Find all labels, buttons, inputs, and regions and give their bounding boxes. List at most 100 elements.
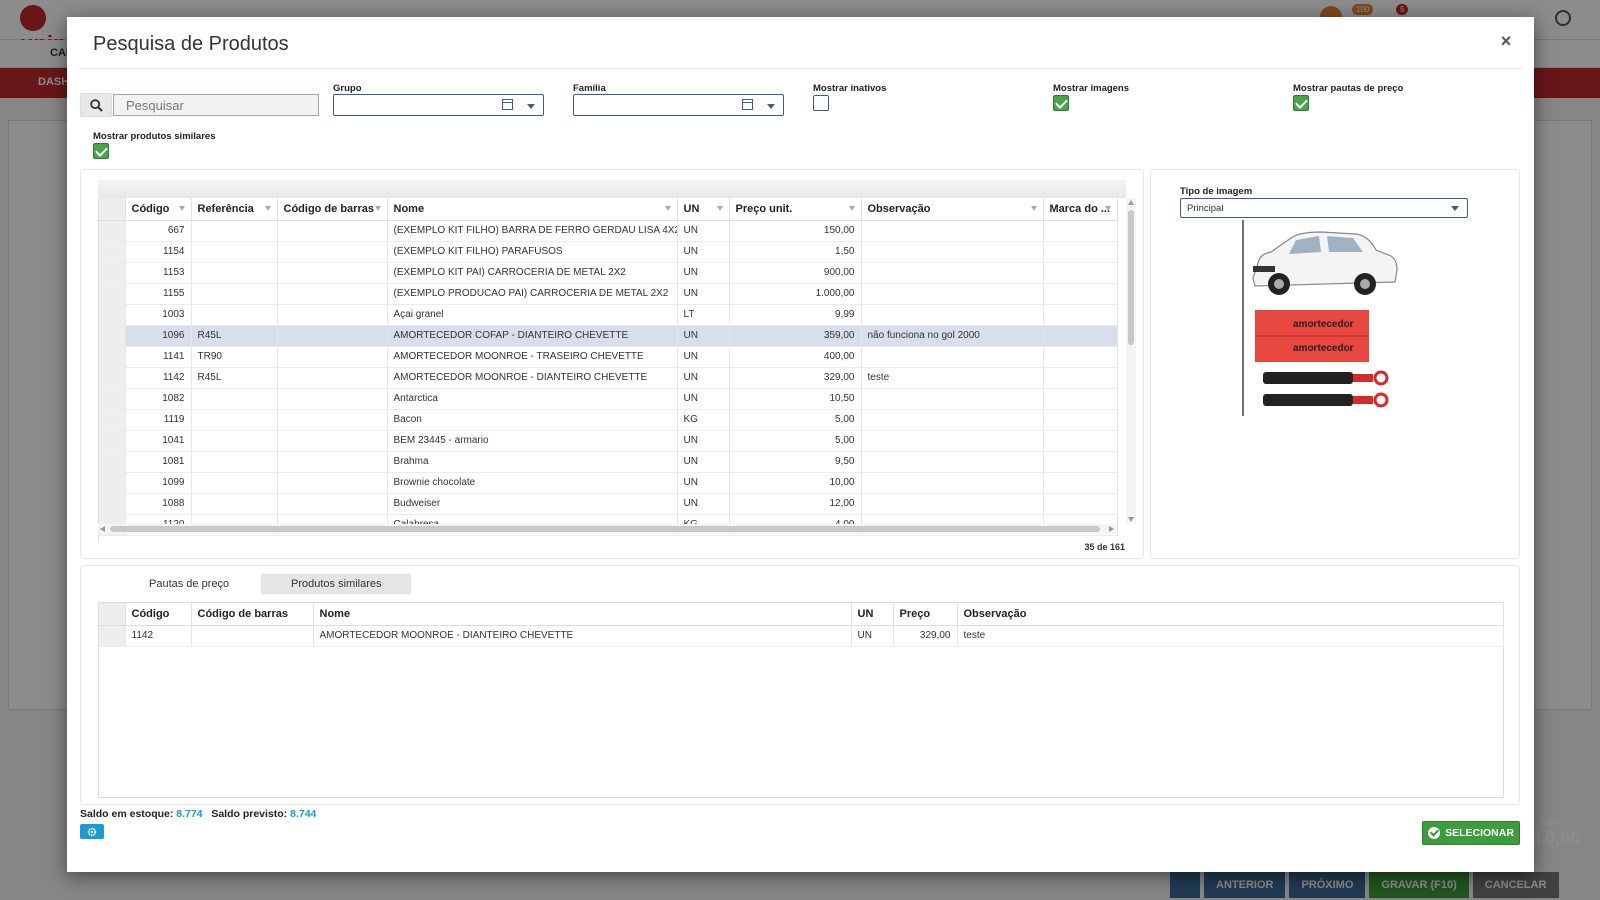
row-selector[interactable] — [99, 241, 126, 263]
calendar-icon[interactable] — [502, 99, 513, 110]
row-selector[interactable] — [99, 220, 126, 242]
table-row[interactable]: 1155 (EXEMPLO PRODUCAO PAI) CARROCERIA DE… — [99, 283, 1118, 305]
column-header-observacao[interactable]: Observação — [861, 198, 1044, 221]
table-row[interactable]: 1119 Bacon KG 5,00 — [99, 409, 1118, 431]
row-selector[interactable] — [99, 388, 126, 410]
mostrar-imagens-label: Mostrar imagens — [1053, 83, 1130, 94]
product-image: amortecedor amortecedor — [1242, 220, 1398, 416]
search-button[interactable] — [80, 93, 112, 117]
table-row[interactable]: 1088 Budweiser UN 12,00 — [99, 493, 1118, 515]
mostrar-similares-checkbox[interactable] — [93, 143, 109, 159]
mostrar-inativos-checkbox[interactable] — [813, 95, 829, 111]
table-row[interactable]: 1154 (EXEMPLO KIT FILHO) PARAFUSOS UN 1,50 — [99, 241, 1118, 263]
filter-icon[interactable] — [664, 206, 671, 211]
search-input[interactable] — [113, 94, 319, 116]
scroll-right-icon[interactable] — [1109, 526, 1114, 532]
cell-preco: 10,50 — [729, 388, 862, 410]
cell-nome: (EXEMPLO PRODUCAO PAI) CARROCERIA DE MET… — [387, 283, 678, 305]
table-row[interactable]: 1141 TR90 AMORTECEDOR MOONROE - TRASEIRO C… — [99, 346, 1118, 368]
column-header-codigo-barras[interactable]: Código de barras — [191, 603, 314, 626]
grupo-select[interactable] — [333, 94, 544, 116]
cell-referencia: R45L — [191, 367, 278, 389]
scroll-down-icon[interactable] — [1128, 517, 1134, 522]
column-header-codigo-barras[interactable]: Código de barras — [277, 198, 388, 221]
chevron-down-icon[interactable] — [767, 104, 775, 109]
filter-icon[interactable] — [264, 206, 271, 211]
row-selector[interactable] — [99, 409, 126, 431]
column-header-un[interactable]: UN — [851, 603, 894, 626]
row-selector[interactable] — [99, 325, 126, 347]
row-selector[interactable] — [99, 493, 126, 515]
column-header-nome[interactable]: Nome — [387, 198, 678, 221]
cell-un: UN — [677, 451, 730, 473]
row-selector[interactable] — [99, 262, 126, 284]
calendar-icon[interactable] — [742, 99, 753, 110]
filter-icon[interactable] — [1104, 206, 1111, 211]
cell-codigo: 1088 — [125, 493, 192, 515]
table-row[interactable]: 1099 Brownie chocolate UN 10,00 — [99, 472, 1118, 494]
cell-observacao: teste — [957, 625, 1504, 647]
tipo-imagem-select[interactable]: Principal — [1180, 198, 1468, 218]
mostrar-imagens-checkbox[interactable] — [1053, 95, 1069, 111]
table-row[interactable]: 1153 (EXEMPLO KIT PAI) CARROCERIA DE META… — [99, 262, 1118, 284]
cell-codigo: 667 — [125, 220, 192, 242]
row-selector[interactable] — [99, 367, 126, 389]
column-header-codigo[interactable]: Código — [125, 198, 192, 221]
table-row[interactable]: 1082 Antarctica UN 10,50 — [99, 388, 1118, 410]
table-row[interactable]: 667 (EXEMPLO KIT FILHO) BARRA DE FERRO GE… — [99, 220, 1118, 242]
table-row[interactable]: 1041 BEM 23445 - armario UN 5,00 — [99, 430, 1118, 452]
row-selector[interactable] — [99, 283, 126, 305]
filter-icon[interactable] — [716, 206, 723, 211]
cell-marca — [1043, 388, 1118, 410]
grid-header-row: Código Referência Código de barras Nome … — [99, 198, 1118, 221]
column-header-codigo[interactable]: Código — [125, 603, 192, 626]
table-row[interactable]: 1081 Brahma UN 9,50 — [99, 451, 1118, 473]
select-button[interactable]: SELECIONAR — [1422, 821, 1520, 845]
chevron-down-icon[interactable] — [1451, 206, 1459, 211]
cell-codigo-barras — [277, 430, 388, 452]
row-selector[interactable] — [99, 430, 126, 452]
cell-un: UN — [677, 220, 730, 242]
column-header-preco[interactable]: Preço — [893, 603, 958, 626]
filter-icon[interactable] — [1030, 206, 1037, 211]
table-row[interactable]: 1096 R45L AMORTECEDOR COFAP - DIANTEIRO CH… — [99, 325, 1118, 347]
column-header-preco[interactable]: Preço unit. — [729, 198, 862, 221]
row-selector[interactable] — [99, 472, 126, 494]
horizontal-scrollbar[interactable] — [98, 524, 1116, 534]
filter-icon[interactable] — [848, 206, 855, 211]
vertical-scrollbar[interactable] — [1126, 198, 1136, 524]
column-header-referencia[interactable]: Referência — [191, 198, 278, 221]
filter-icon[interactable] — [374, 206, 381, 211]
table-row[interactable]: 1003 Açai granel LT 9,99 — [99, 304, 1118, 326]
tab-pautas-de-preco[interactable]: Pautas de preço — [119, 574, 259, 594]
product-image-text: amortecedor — [1293, 343, 1354, 354]
scrollbar-thumb[interactable] — [1128, 210, 1134, 345]
row-selector[interactable] — [99, 451, 126, 473]
cell-referencia — [191, 220, 278, 242]
table-row[interactable]: 1142 AMORTECEDOR MOONROE - DIANTEIRO CHEV… — [99, 625, 1504, 647]
column-header-nome[interactable]: Nome — [313, 603, 852, 626]
column-header-observacao[interactable]: Observação — [957, 603, 1504, 626]
mostrar-pautas-checkbox[interactable] — [1293, 95, 1309, 111]
scrollbar-thumb[interactable] — [110, 526, 1100, 532]
tab-produtos-similares[interactable]: Produtos similares — [261, 574, 412, 594]
scroll-up-icon[interactable] — [1128, 200, 1134, 205]
cell-codigo: 1082 — [125, 388, 192, 410]
column-header-un[interactable]: UN — [677, 198, 730, 221]
filter-icon[interactable] — [178, 206, 185, 211]
cell-referencia — [191, 451, 278, 473]
column-header-marca[interactable]: Marca do ... — [1043, 198, 1118, 221]
cell-un: UN — [677, 472, 730, 494]
familia-select[interactable] — [573, 94, 784, 116]
similar-products-grid: Código Código de barras Nome UN Preço Ob… — [98, 602, 1504, 798]
chevron-down-icon[interactable] — [527, 104, 535, 109]
settings-button[interactable] — [80, 824, 104, 839]
cell-marca — [1043, 472, 1118, 494]
row-selector[interactable] — [99, 304, 126, 326]
scroll-left-icon[interactable] — [100, 526, 105, 532]
table-row[interactable]: 1142 R45L AMORTECEDOR MOONROE - DIANTEIRO … — [99, 367, 1118, 389]
row-selector[interactable] — [99, 625, 126, 647]
cell-marca — [1043, 451, 1118, 473]
close-icon[interactable]: × — [1498, 32, 1514, 50]
row-selector[interactable] — [99, 346, 126, 368]
